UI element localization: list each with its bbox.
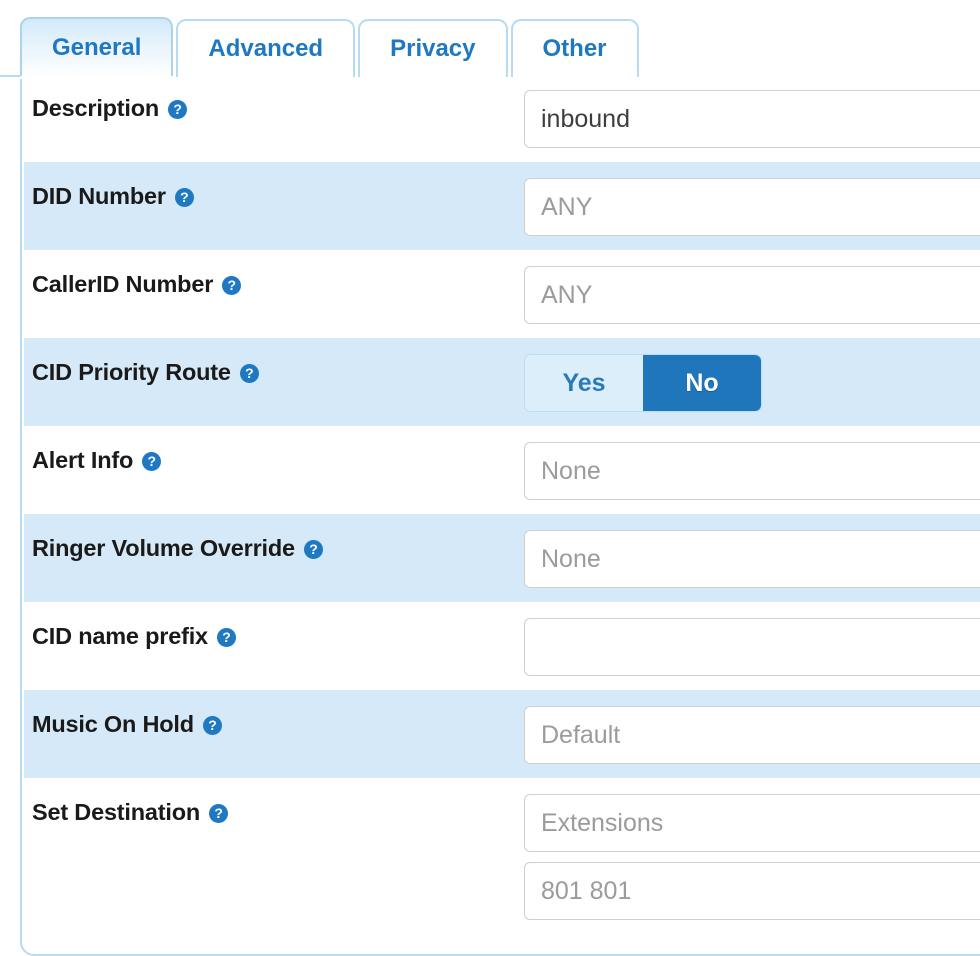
label-text: CID name prefix: [32, 623, 208, 649]
help-icon[interactable]: ?: [209, 804, 229, 823]
help-icon[interactable]: ?: [222, 276, 242, 295]
row-control-music-on-hold: Default: [524, 691, 980, 764]
row-label-set-destination: Set Destination?: [24, 779, 524, 826]
form-row-description: Description? inbound: [24, 74, 980, 162]
toggle-option-yes[interactable]: Yes: [525, 355, 643, 411]
form-row-alert-info: Alert Info? None: [24, 426, 980, 514]
label-text: Description: [32, 95, 160, 121]
row-control-callerid-number: ANY: [524, 251, 980, 324]
help-icon-glyph: ?: [180, 189, 189, 205]
row-control-cid-name-prefix: [524, 603, 980, 676]
select-alert-info[interactable]: None: [524, 442, 980, 500]
help-icon[interactable]: ?: [239, 364, 259, 383]
form-row-music-on-hold: Music On Hold? Default: [24, 690, 980, 778]
row-label-description: Description?: [24, 75, 524, 122]
select-ringer-volume-override[interactable]: None: [524, 530, 980, 588]
row-control-cid-priority-route: Yes No: [524, 339, 980, 412]
row-label-cid-name-prefix: CID name prefix?: [24, 603, 524, 650]
row-control-set-destination: Extensions 801 801: [524, 779, 980, 920]
input-did-number[interactable]: ANY: [524, 178, 980, 236]
tab-panel-general: Description? inbound DID Number? ANY CallerI…: [20, 74, 980, 956]
tab-privacy[interactable]: Privacy: [358, 19, 508, 77]
label-text: DID Number: [32, 183, 166, 209]
select-set-destination-target[interactable]: 801 801: [524, 862, 980, 920]
label-text: CallerID Number: [32, 271, 214, 297]
label-text: Music On Hold: [32, 711, 194, 737]
label-text: CID Priority Route: [32, 359, 231, 385]
help-icon-glyph: ?: [245, 365, 254, 381]
label-text: Ringer Volume Override: [32, 535, 295, 561]
help-icon-glyph: ?: [227, 277, 236, 293]
label-text: Alert Info: [32, 447, 134, 473]
help-icon-glyph: ?: [222, 629, 231, 645]
form-row-cid-priority-route: CID Priority Route? Yes No: [24, 338, 980, 426]
row-control-did-number: ANY: [524, 163, 980, 236]
tab-advanced[interactable]: Advanced: [176, 19, 356, 77]
select-music-on-hold[interactable]: Default: [524, 706, 980, 764]
help-icon[interactable]: ?: [174, 188, 194, 207]
toggle-cid-priority-route[interactable]: Yes No: [524, 354, 762, 412]
form-row-cid-name-prefix: CID name prefix?: [24, 602, 980, 690]
row-control-description: inbound: [524, 75, 980, 148]
settings-tabstrip: General Advanced Privacy Other: [0, 0, 980, 79]
help-icon[interactable]: ?: [303, 540, 323, 559]
help-icon-glyph: ?: [173, 101, 182, 117]
form-row-set-destination: Set Destination? Extensions 801 801: [24, 778, 980, 920]
row-label-ringer-volume-override: Ringer Volume Override?: [24, 515, 524, 562]
help-icon-glyph: ?: [214, 805, 223, 821]
form-row-did-number: DID Number? ANY: [24, 162, 980, 250]
row-label-cid-priority-route: CID Priority Route?: [24, 339, 524, 386]
help-icon[interactable]: ?: [202, 716, 222, 735]
toggle-option-no[interactable]: No: [643, 355, 761, 411]
row-control-alert-info: None: [524, 427, 980, 500]
settings-form: Description? inbound DID Number? ANY CallerI…: [24, 74, 980, 920]
inbound-route-settings-page: General Advanced Privacy Other Description?…: [0, 0, 980, 956]
label-text: Set Destination: [32, 799, 201, 825]
tab-list: General Advanced Privacy Other: [20, 0, 642, 79]
help-icon-glyph: ?: [147, 453, 156, 469]
row-control-ringer-volume-override: None: [524, 515, 980, 588]
tab-other[interactable]: Other: [510, 19, 639, 77]
select-set-destination[interactable]: Extensions: [524, 794, 980, 852]
row-label-callerid-number: CallerID Number?: [24, 251, 524, 298]
help-icon[interactable]: ?: [168, 100, 188, 119]
tab-general[interactable]: General: [20, 17, 174, 79]
row-label-alert-info: Alert Info?: [24, 427, 524, 474]
form-row-callerid-number: CallerID Number? ANY: [24, 250, 980, 338]
help-icon[interactable]: ?: [142, 452, 162, 471]
help-icon-glyph: ?: [309, 541, 318, 557]
form-row-ringer-volume-override: Ringer Volume Override? None: [24, 514, 980, 602]
help-icon[interactable]: ?: [216, 628, 236, 647]
input-callerid-number[interactable]: ANY: [524, 266, 980, 324]
row-label-did-number: DID Number?: [24, 163, 524, 210]
help-icon-glyph: ?: [208, 717, 217, 733]
input-description[interactable]: inbound: [524, 90, 980, 148]
row-label-music-on-hold: Music On Hold?: [24, 691, 524, 738]
input-cid-name-prefix[interactable]: [524, 618, 980, 676]
